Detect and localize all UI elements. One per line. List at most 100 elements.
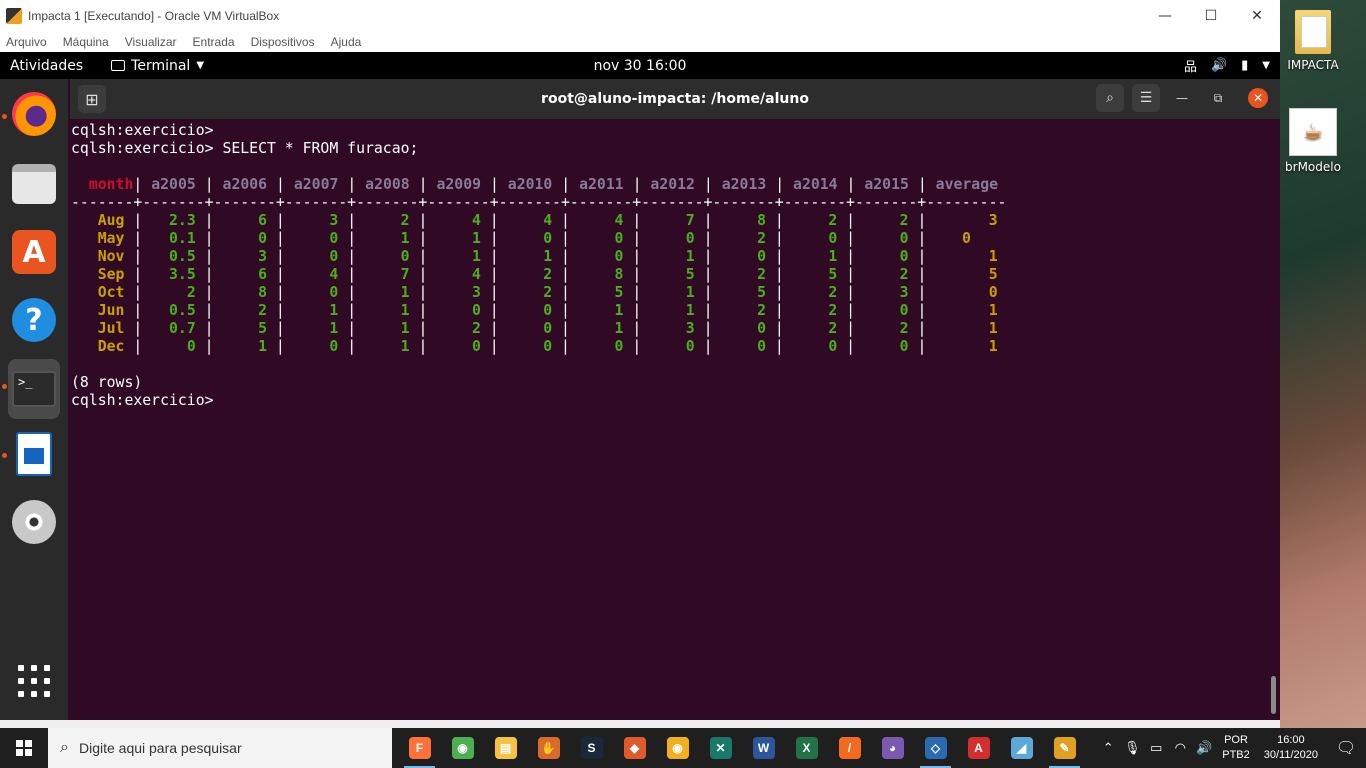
- new-tab-button[interactable]: ⊞: [78, 85, 106, 113]
- taskbar-app-app-3[interactable]: ✕: [699, 728, 742, 768]
- dock-software[interactable]: A: [8, 226, 60, 278]
- start-button[interactable]: [0, 728, 48, 768]
- menu-maquina[interactable]: Máquina: [63, 35, 109, 49]
- language-indicator[interactable]: POR PTB2: [1222, 733, 1250, 763]
- menu-visualizar[interactable]: Visualizar: [125, 35, 177, 49]
- column-header: a2007: [293, 176, 339, 193]
- taskbar-app-file-explorer[interactable]: ▤: [484, 728, 527, 768]
- taskbar-app-chrome[interactable]: ◉: [441, 728, 484, 768]
- taskbar-app-virtualbox[interactable]: ◇: [914, 728, 957, 768]
- java-icon: ☕: [1289, 108, 1337, 156]
- value-cell: 0: [855, 338, 918, 355]
- minimize-button[interactable]: —: [1142, 0, 1188, 31]
- dock-disc[interactable]: [8, 496, 60, 548]
- value-cell: 0: [783, 338, 847, 355]
- column-separator: |: [275, 212, 285, 229]
- help-icon: ?: [12, 298, 56, 342]
- taskbar-search[interactable]: ⌕ Digite aqui para pesquisar: [48, 728, 392, 768]
- close-button[interactable]: ✕: [1234, 0, 1280, 31]
- restore-button[interactable]: ⧉: [1204, 84, 1232, 112]
- chevron-up-icon[interactable]: ⌃: [1096, 740, 1120, 756]
- maximize-button[interactable]: ☐: [1188, 0, 1234, 31]
- value-cell: 1: [926, 320, 1007, 337]
- menu-dispositivos[interactable]: Dispositivos: [251, 35, 315, 49]
- taskbar-app-excel[interactable]: X: [785, 728, 828, 768]
- taskbar-app-acrobat[interactable]: A: [957, 728, 1000, 768]
- taskbar-app-app-5[interactable]: ◕: [871, 728, 914, 768]
- taskbar-app-steam[interactable]: S: [570, 728, 613, 768]
- value-cell: 1: [926, 248, 1007, 265]
- close-button[interactable]: ✕: [1248, 88, 1268, 108]
- dock-help[interactable]: ?: [8, 294, 60, 346]
- column-separator: |: [775, 176, 785, 193]
- system-tray[interactable]: 品 🔊 ▮ ▼: [1184, 52, 1270, 79]
- wifi-icon[interactable]: ◠: [1168, 740, 1192, 756]
- search-button[interactable]: ⌕: [1096, 84, 1124, 112]
- notifications-icon[interactable]: 🗨: [1326, 738, 1366, 758]
- column-separator: |: [846, 302, 856, 319]
- taskbar-app-app-7[interactable]: ✎: [1043, 728, 1086, 768]
- app-icon-7: ✎: [1053, 737, 1076, 759]
- desktop-icon-brmodelo[interactable]: ☕ brModelo: [1284, 108, 1342, 174]
- app-icon: ✋: [537, 737, 560, 759]
- column-header: a2015: [864, 176, 909, 193]
- desktop-icon-impacta[interactable]: IMPACTA: [1284, 10, 1342, 72]
- taskbar-apps: F ◉ ▤ ✋ S ◆ ◉ ✕ W X / ◕ ◇ A ◢ ✎: [398, 728, 1086, 768]
- month-cell: May: [71, 230, 134, 247]
- taskbar-app-app-6[interactable]: ◢: [1000, 728, 1043, 768]
- firefox-icon: [12, 92, 56, 136]
- menu-button[interactable]: ☰: [1132, 84, 1160, 112]
- column-separator: |: [489, 212, 499, 229]
- menu-ajuda[interactable]: Ajuda: [331, 35, 362, 49]
- column-separator: |: [846, 338, 856, 355]
- dock-firefox[interactable]: [8, 88, 60, 140]
- value-cell: 1: [641, 284, 704, 301]
- battery-icon[interactable]: ▭: [1144, 740, 1168, 756]
- value-cell: 1: [356, 320, 419, 337]
- value-cell: 5: [569, 284, 633, 301]
- column-separator: |: [133, 230, 143, 247]
- value-cell: 1: [356, 302, 419, 319]
- dock-terminal[interactable]: >_: [8, 359, 60, 419]
- activities-button[interactable]: Atividades: [10, 58, 83, 74]
- windows-taskbar: ⌕ Digite aqui para pesquisar F ◉ ▤ ✋ S ◆ ◉ ✕ W X /…: [0, 728, 1366, 768]
- taskbar-app-word[interactable]: W: [742, 728, 785, 768]
- taskbar-app-app-4[interactable]: /: [828, 728, 871, 768]
- value-cell: 2: [498, 266, 562, 283]
- microphone-icon[interactable]: 🎙: [1120, 740, 1144, 756]
- dock-writer[interactable]: [8, 428, 60, 480]
- taskbar-app-firefox[interactable]: F: [398, 728, 441, 768]
- value-cell: 0.5: [142, 302, 205, 319]
- value-cell: 0: [569, 230, 633, 247]
- volume-icon[interactable]: 🔊: [1192, 740, 1216, 756]
- menu-arquivo[interactable]: Arquivo: [6, 35, 47, 49]
- app-menu[interactable]: Terminal ▼: [111, 58, 204, 74]
- show-applications-icon[interactable]: [18, 665, 50, 697]
- dock-files[interactable]: [8, 158, 60, 210]
- value-cell: 1: [926, 338, 1007, 355]
- value-cell: 1: [641, 302, 704, 319]
- network-icon: 品: [1183, 60, 1197, 75]
- value-cell: 1: [356, 230, 419, 247]
- value-cell: 2: [783, 212, 847, 229]
- column-header: a2010: [507, 176, 553, 193]
- running-indicator: [2, 384, 7, 389]
- taskbar-app-app-2[interactable]: ◆: [613, 728, 656, 768]
- divider-text: -------+-------+-------+-------+-------+…: [71, 194, 1007, 211]
- taskbar-app-app[interactable]: ✋: [527, 728, 570, 768]
- clock[interactable]: 16:00 30/11/2020: [1264, 733, 1318, 763]
- taskbar-app-chrome-canary[interactable]: ◉: [656, 728, 699, 768]
- value-cell: 2: [427, 320, 490, 337]
- scrollbar[interactable]: [1271, 676, 1276, 714]
- menu-entrada[interactable]: Entrada: [193, 35, 235, 49]
- minimize-button[interactable]: —: [1168, 84, 1196, 112]
- terminal-output[interactable]: cqlsh:exercicio> cqlsh:exercicio> SELECT …: [70, 119, 1280, 410]
- value-cell: 0: [926, 230, 1007, 247]
- value-cell: 4: [427, 212, 490, 229]
